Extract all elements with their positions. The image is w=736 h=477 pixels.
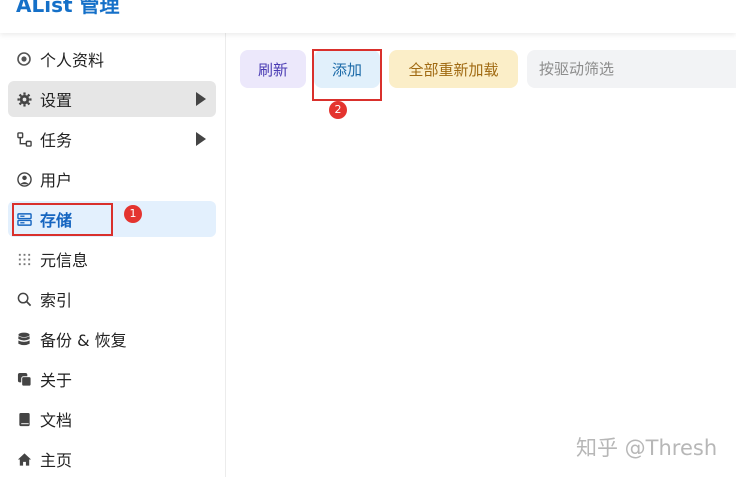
- sidebar-item-index[interactable]: 索引: [8, 281, 216, 317]
- sidebar-item-home[interactable]: 主页: [8, 441, 216, 477]
- sidebar-item-label: 备份 & 恢复: [40, 331, 127, 350]
- sidebar-item-docs[interactable]: 文档: [8, 401, 216, 437]
- reload-all-button[interactable]: 全部重新加载: [389, 50, 518, 88]
- sidebar-item-backup-restore[interactable]: 备份 & 恢复: [8, 321, 216, 357]
- sidebar-item-label: 存储: [40, 211, 73, 230]
- book-icon: [16, 411, 32, 427]
- refresh-button[interactable]: 刷新: [240, 50, 306, 88]
- app-title[interactable]: AList 管理: [16, 0, 120, 16]
- sidebar-item-settings[interactable]: 设置: [8, 81, 216, 117]
- sidebar-item-about[interactable]: 关于: [8, 361, 216, 397]
- watermark: 知乎 @Thresh: [576, 436, 718, 460]
- sidebar-item-label: 关于: [40, 371, 73, 390]
- sidebar-item-label: 个人资料: [40, 51, 105, 70]
- storage-icon: [16, 211, 32, 227]
- annotation-marker-1: 1: [124, 205, 142, 223]
- sidebar-item-profile[interactable]: 个人资料: [8, 41, 216, 77]
- sidebar-item-storage[interactable]: 存储: [8, 201, 216, 237]
- sidebar-item-metadata[interactable]: 元信息: [8, 241, 216, 277]
- chevron-right-icon[interactable]: [196, 132, 206, 146]
- sidebar-item-users[interactable]: 用户: [8, 161, 216, 197]
- metadata-icon: [16, 251, 32, 267]
- search-icon: [16, 291, 32, 307]
- sidebar-item-label: 主页: [40, 451, 73, 470]
- user-icon: [16, 171, 32, 187]
- sidebar-item-label: 设置: [40, 91, 73, 110]
- add-button[interactable]: 添加: [314, 50, 380, 88]
- gear-icon: [16, 91, 32, 107]
- tasks-icon: [16, 131, 32, 147]
- sidebar-item-label: 任务: [40, 131, 73, 150]
- sidebar: 个人资料 设置 任务 用户 存储 元信息 索引 备份 & 恢复 关于 文档 主页: [0, 33, 226, 477]
- sidebar-item-label: 索引: [40, 291, 73, 310]
- chevron-right-icon[interactable]: [196, 92, 206, 106]
- driver-filter-input[interactable]: [527, 50, 736, 88]
- profile-icon: [16, 51, 32, 67]
- sidebar-item-tasks[interactable]: 任务: [8, 121, 216, 157]
- sidebar-item-label: 元信息: [40, 251, 89, 270]
- sidebar-item-label: 用户: [40, 171, 73, 190]
- app-header: AList 管理: [0, 0, 736, 33]
- sidebar-item-label: 文档: [40, 411, 73, 430]
- database-icon: [16, 331, 32, 347]
- home-icon: [16, 451, 32, 467]
- annotation-marker-2: 2: [329, 101, 347, 119]
- about-icon: [16, 371, 32, 387]
